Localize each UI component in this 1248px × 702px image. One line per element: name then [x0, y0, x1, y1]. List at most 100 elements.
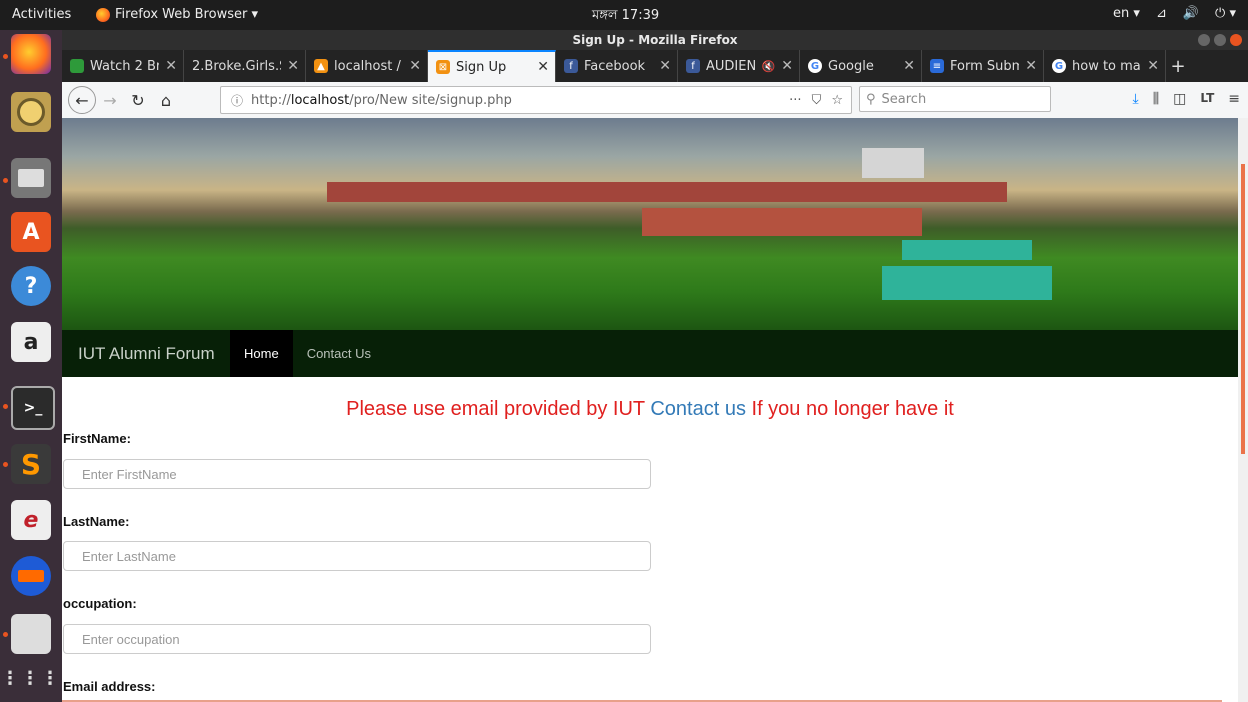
navigation-toolbar: ← → ↻ ⌂ ⓘ http://localhost/pro/New site/… — [62, 82, 1248, 119]
site-navbar: IUT Alumni Forum Home Contact Us — [62, 330, 1238, 377]
facebook-icon: f — [564, 59, 578, 73]
window-titlebar[interactable]: Sign Up - Mozilla Firefox — [62, 30, 1248, 50]
tab-label: 2.Broke.Girls.S — [192, 58, 282, 74]
tab-2brokegirls[interactable]: 2.Broke.Girls.S ✕ — [184, 50, 306, 82]
running-indicator — [3, 632, 8, 637]
launcher: A ? a >_ S e ⋮⋮⋮ — [0, 30, 62, 702]
document-viewer-icon[interactable]: e — [11, 500, 51, 540]
back-button[interactable]: ← — [68, 86, 96, 114]
network-icon[interactable]: ⊿ — [1156, 6, 1167, 21]
tab-how-to-make[interactable]: G how to mak ✕ — [1044, 50, 1166, 82]
tab-google[interactable]: G Google ✕ — [800, 50, 922, 82]
scrollbar-thumb[interactable] — [1241, 164, 1245, 454]
close-tab-icon[interactable]: ✕ — [1147, 58, 1159, 74]
tab-audience[interactable]: f AUDIENC 🔇 ✕ — [678, 50, 800, 82]
close-tab-icon[interactable]: ✕ — [165, 58, 177, 74]
show-apps-icon[interactable]: ⋮⋮⋮ — [1, 658, 59, 698]
page-content: IUT Alumni Forum Home Contact Us Please … — [62, 118, 1238, 702]
download-icon[interactable]: ⤓ — [1133, 91, 1139, 107]
firefox-icon[interactable] — [11, 34, 51, 74]
terminal-icon[interactable]: >_ — [11, 386, 55, 430]
activities-button[interactable]: Activities — [12, 7, 71, 22]
close-tab-icon[interactable]: ✕ — [781, 58, 793, 74]
languagetool-icon[interactable]: LT — [1200, 91, 1214, 107]
tab-label: Form Subm — [950, 58, 1020, 74]
library-icon[interactable]: ⫼ — [1153, 91, 1159, 107]
menu-icon[interactable]: ≡ — [1228, 91, 1240, 107]
close-tab-icon[interactable]: ✕ — [287, 58, 299, 74]
tab-label: Google — [828, 58, 874, 74]
app-menu-label: Firefox Web Browser ▾ — [115, 7, 258, 22]
tab-localhost[interactable]: ▲ localhost / l ✕ — [306, 50, 428, 82]
amazon-icon[interactable]: a — [11, 322, 51, 362]
tab-label: Watch 2 Bro — [90, 58, 160, 74]
lastname-input[interactable] — [63, 541, 651, 571]
google-icon: G — [1052, 59, 1066, 73]
tab-facebook[interactable]: f Facebook ✕ — [556, 50, 678, 82]
close-tab-icon[interactable]: ✕ — [537, 59, 549, 75]
nav-home-link[interactable]: Home — [230, 330, 293, 377]
notice-text-after: If you no longer have it — [745, 398, 954, 420]
campus-tower — [862, 148, 924, 178]
help-icon[interactable]: ? — [11, 266, 51, 306]
toolbar-right: ⤓ ⫼ ◫ LT ≡ — [1133, 91, 1240, 107]
page-scrollbar[interactable] — [1238, 118, 1248, 702]
files-icon[interactable] — [11, 158, 51, 198]
volume-icon[interactable]: 🔊 — [1183, 6, 1199, 21]
nav-contact-link[interactable]: Contact Us — [293, 330, 385, 377]
clock[interactable]: মঙ্গল 17:39 — [592, 6, 659, 27]
muted-icon[interactable]: 🔇 — [762, 60, 776, 73]
running-indicator — [3, 54, 8, 59]
close-tab-icon[interactable]: ✕ — [409, 58, 421, 74]
occupation-label: occupation: — [63, 596, 137, 611]
tab-signup[interactable]: ⊠ Sign Up ✕ — [428, 50, 556, 82]
firstname-input[interactable] — [63, 459, 651, 489]
software-center-icon[interactable]: A — [11, 212, 51, 252]
app-menu[interactable]: Firefox Web Browser ▾ — [96, 7, 258, 22]
forward-button[interactable]: → — [96, 86, 124, 114]
maximize-button[interactable] — [1214, 34, 1226, 46]
tab-form-submit[interactable]: ≡ Form Subm ✕ — [922, 50, 1044, 82]
close-tab-icon[interactable]: ✕ — [1025, 58, 1037, 74]
campus-building — [642, 208, 922, 236]
pocket-icon[interactable]: ⛉ — [812, 93, 822, 108]
language-indicator[interactable]: en ▾ — [1113, 6, 1140, 21]
url-bar[interactable]: ⓘ http://localhost/pro/New site/signup.p… — [220, 86, 852, 114]
info-icon[interactable]: ⓘ — [221, 92, 251, 109]
rhythmbox-icon[interactable] — [11, 92, 51, 132]
google-icon: G — [808, 59, 822, 73]
drive-icon[interactable] — [11, 614, 51, 654]
site-brand[interactable]: IUT Alumni Forum — [62, 344, 230, 364]
tab-strip: Watch 2 Bro ✕ 2.Broke.Girls.S ✕ ▲ localh… — [62, 50, 1248, 82]
search-bar[interactable]: ⚲ Search — [859, 86, 1051, 112]
close-tab-icon[interactable]: ✕ — [659, 58, 671, 74]
sublime-text-icon[interactable]: S — [11, 444, 51, 484]
home-button[interactable]: ⌂ — [152, 86, 180, 114]
new-tab-button[interactable]: + — [1166, 50, 1190, 82]
url-host: localhost — [290, 92, 350, 108]
xampp-favicon: ⊠ — [436, 60, 450, 74]
power-icon[interactable]: ⏻ ▾ — [1215, 6, 1236, 21]
firstname-label: FirstName: — [63, 431, 131, 446]
lastname-label: LastName: — [63, 514, 130, 529]
email-notice: Please use email provided by IUT Contact… — [62, 398, 1238, 421]
contact-us-link[interactable]: Contact us — [650, 398, 746, 420]
occupation-input[interactable] — [63, 624, 651, 654]
system-tray[interactable]: en ▾ ⊿ 🔊 ⏻ ▾ — [1113, 6, 1236, 21]
email-label: Email address: — [63, 679, 156, 694]
sidebar-icon[interactable]: ◫ — [1173, 91, 1186, 107]
notice-text-before: Please use email provided by IUT — [346, 398, 651, 420]
running-indicator — [3, 178, 8, 183]
reload-button[interactable]: ↻ — [124, 86, 152, 114]
tab-watch2bro[interactable]: Watch 2 Bro ✕ — [62, 50, 184, 82]
site-favicon — [70, 59, 84, 73]
minimize-button[interactable] — [1198, 34, 1210, 46]
close-button[interactable] — [1230, 34, 1242, 46]
running-indicator — [3, 404, 8, 409]
close-tab-icon[interactable]: ✕ — [903, 58, 915, 74]
page-actions-icon[interactable]: ··· — [789, 93, 801, 108]
running-indicator — [3, 462, 8, 467]
bookmark-star-icon[interactable]: ☆ — [831, 93, 843, 108]
audacity-icon[interactable] — [11, 556, 51, 596]
campus-banner-image — [62, 118, 1238, 330]
